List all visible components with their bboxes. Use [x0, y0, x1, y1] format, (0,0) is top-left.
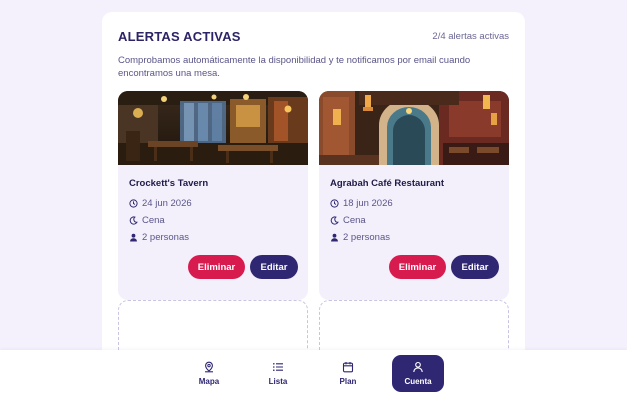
meal-text: Cena [343, 215, 366, 226]
nav-item-mapa[interactable]: Mapa [183, 355, 235, 392]
date-text: 18 jun 2026 [343, 198, 393, 209]
calendar-icon [342, 362, 354, 373]
alert-date: 24 jun 2026 [129, 198, 192, 209]
moon-icon [129, 216, 138, 225]
edit-alert-button[interactable]: Editar [451, 255, 499, 279]
alerts-count: 2/4 alertas activas [432, 31, 509, 42]
guests-text: 2 personas [142, 232, 190, 243]
user-icon [413, 361, 423, 373]
clock-icon [330, 199, 339, 208]
nav-label: Mapa [198, 377, 220, 386]
alert-date: 18 jun 2026 [330, 198, 393, 209]
guests-text: 2 personas [343, 232, 391, 243]
clock-icon [129, 199, 138, 208]
person-icon [130, 233, 137, 242]
panel-title: ALERTAS ACTIVAS [118, 29, 241, 44]
alert-guests: 2 personas [129, 232, 189, 243]
nav-item-cuenta[interactable]: Cuenta [392, 355, 444, 392]
restaurant-photo [319, 91, 509, 165]
alerts-panel: ALERTAS ACTIVAS 2/4 alertas activas Comp… [102, 12, 525, 396]
nav-item-plan[interactable]: Plan [322, 355, 374, 392]
nav-item-lista[interactable]: Lista [252, 355, 304, 392]
person-icon [331, 233, 338, 242]
edit-alert-button[interactable]: Editar [250, 255, 298, 279]
list-icon [273, 363, 283, 371]
bottom-navigation: Mapa Lista Plan Cuenta [0, 350, 627, 396]
restaurant-name: Crockett's Tavern [129, 178, 209, 189]
delete-alert-button[interactable]: Eliminar [188, 255, 245, 279]
meal-text: Cena [142, 215, 165, 226]
restaurant-name: Agrabah Café Restaurant [330, 178, 445, 189]
alert-meal: Cena [129, 215, 165, 226]
moon-icon [330, 216, 339, 225]
restaurant-photo [118, 91, 308, 165]
nav-label: Plan [339, 377, 357, 386]
alert-card: Crockett's Tavern 24 jun 2026 Cena 2 per… [118, 91, 308, 300]
alert-meal: Cena [330, 215, 366, 226]
nav-label: Cuenta [404, 377, 432, 386]
map-pin-icon [205, 361, 213, 373]
alert-card: Agrabah Café Restaurant 18 jun 2026 Cena… [319, 91, 509, 300]
panel-description: Comprobamos automáticamente la disponibi… [118, 55, 471, 79]
nav-label: Lista [268, 377, 288, 386]
delete-alert-button[interactable]: Eliminar [389, 255, 446, 279]
alert-guests: 2 personas [330, 232, 390, 243]
date-text: 24 jun 2026 [142, 198, 192, 209]
